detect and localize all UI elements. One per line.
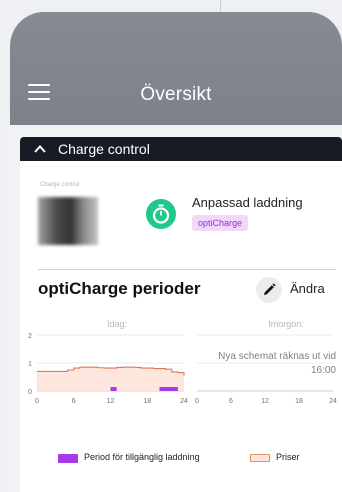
x-tick-label-tomorrow: 6 <box>229 398 233 405</box>
tomorrow-note-line2: 16:00 <box>311 365 336 376</box>
x-tick-label-today: 6 <box>72 398 76 405</box>
stopwatch-icon <box>146 199 176 229</box>
charge-control-title: Charge control <box>58 141 150 157</box>
pencil-icon <box>264 283 276 295</box>
y-tick-label: 1 <box>28 361 32 368</box>
chart-legend: Period för tillgänglig laddning Priser <box>58 451 338 467</box>
page-title: Översikt <box>140 84 212 105</box>
charge-period-bar <box>159 387 178 391</box>
opticharge-badge: optiCharge <box>192 215 249 231</box>
legend-price-swatch <box>250 454 270 462</box>
tomorrow-note-line1: Nya schemat räknas ut vid <box>218 351 336 362</box>
opticharge-periods-title: optiCharge perioder <box>38 279 201 298</box>
charge-period-bar <box>110 387 117 391</box>
chart-today-label: Idag: <box>107 319 127 329</box>
price-chart: 2100 6 12 18 24 0 6 12 18 24 Idag: Imorgon: Nya s… <box>28 319 337 405</box>
charge-control-card: Charge control Charge control Anpassad l… <box>20 137 342 492</box>
x-tick-label-today: 24 <box>180 398 188 405</box>
charge-control-header[interactable]: Charge control <box>20 137 342 161</box>
x-tick-label-tomorrow: 24 <box>329 398 337 405</box>
section-divider <box>38 269 336 270</box>
x-tick-label-tomorrow: 12 <box>261 398 269 405</box>
app-screen: Översikt Charge control Charge control A… <box>10 12 342 492</box>
x-tick-label-today: 18 <box>143 398 151 405</box>
legend-charge-period-label: Period för tillgänglig laddning <box>84 452 200 462</box>
legend-price-label: Priser <box>276 452 300 462</box>
chart-tomorrow-label: Imorgon: <box>268 319 304 329</box>
charging-mode-label: Anpassad laddning <box>192 195 303 210</box>
edit-button[interactable] <box>256 277 282 303</box>
x-tick-label-today: 0 <box>35 398 39 405</box>
app-bar: Översikt <box>10 12 342 125</box>
x-tick-label-tomorrow: 0 <box>195 398 199 405</box>
y-tick-label: 2 <box>28 333 32 340</box>
vehicle-image <box>38 197 98 245</box>
edit-label[interactable]: Ändra <box>290 281 325 296</box>
chevron-up-icon <box>34 145 46 153</box>
x-tick-label-tomorrow: 18 <box>295 398 303 405</box>
x-tick-label-today: 12 <box>107 398 115 405</box>
legend-charge-period-swatch <box>58 454 78 463</box>
y-tick-label: 0 <box>28 389 32 396</box>
top-divider-line <box>220 0 221 12</box>
charge-control-small-label: Charge control <box>40 182 80 188</box>
main-content: Charge control Charge control Anpassad l… <box>10 125 342 492</box>
